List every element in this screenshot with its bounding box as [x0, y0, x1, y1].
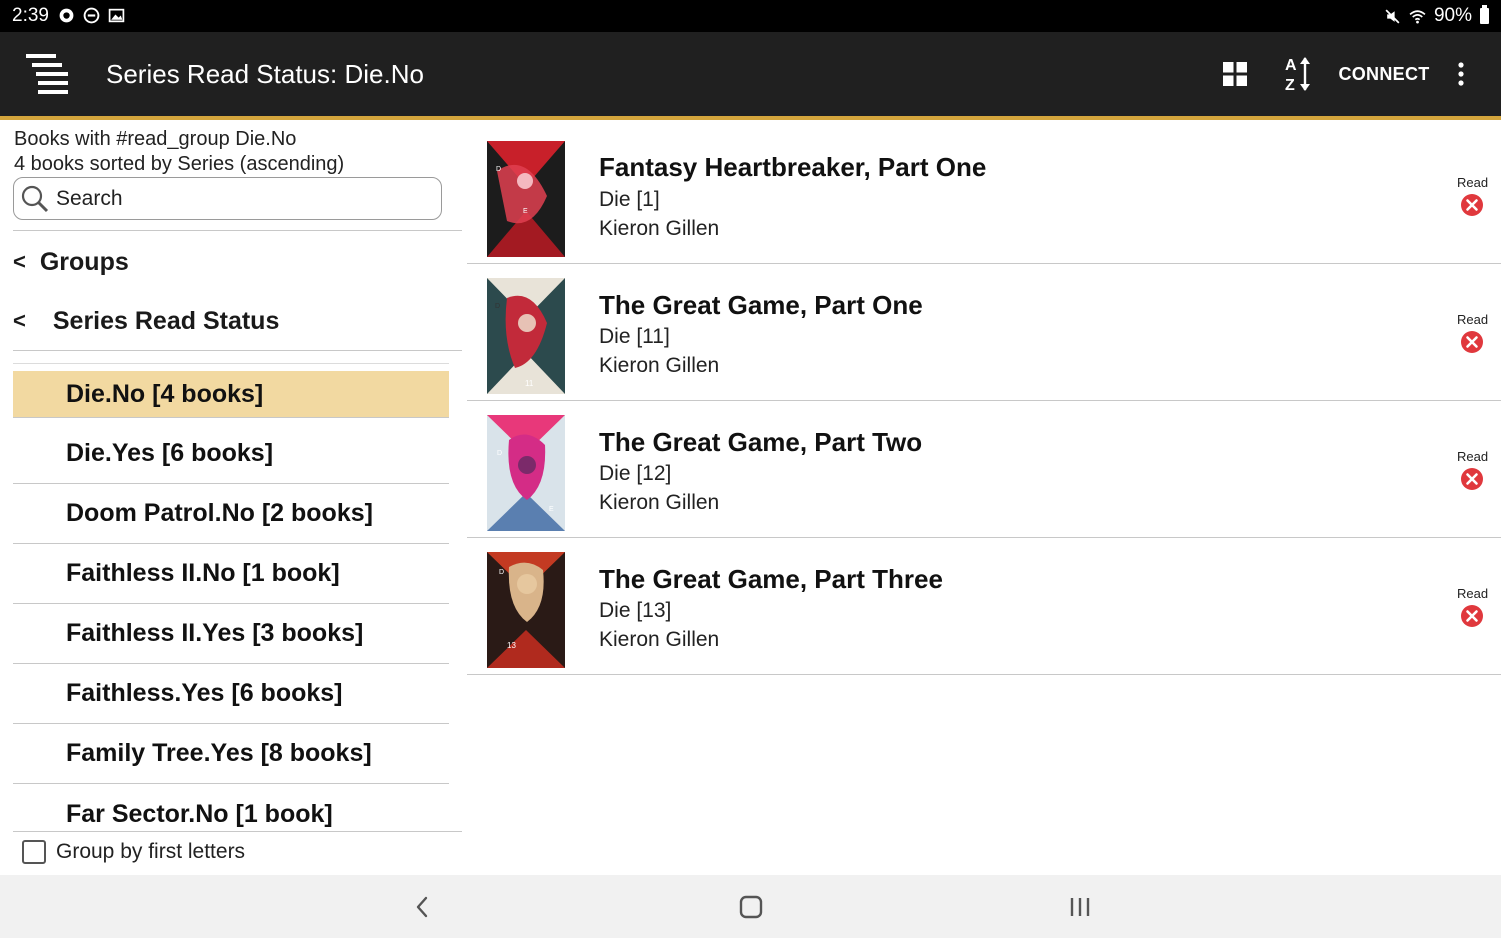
divider — [13, 363, 449, 364]
group-by-first-letters-label: Group by first letters — [56, 840, 246, 863]
divider — [13, 417, 449, 418]
group-item[interactable]: Far Sector.No [1 book] — [13, 784, 449, 832]
book-cover: D 11 — [487, 278, 565, 394]
read-label: Read — [1457, 449, 1489, 464]
mute-icon — [1385, 9, 1400, 23]
book-row[interactable]: D E Fantasy Heartbreaker, Part One Die [… — [467, 120, 1501, 264]
book-row[interactable]: D E The Great Game, Part Two Die [12] Ki… — [467, 401, 1501, 538]
nav-groups[interactable]: < Groups — [13, 237, 453, 287]
svg-text:Z: Z — [1285, 77, 1295, 93]
group-by-first-letters-checkbox[interactable] — [22, 840, 46, 864]
nav-series-read-status[interactable]: < Series Read Status — [13, 296, 453, 346]
recents-icon[interactable] — [1065, 893, 1095, 921]
book-title: The Great Game, Part One — [599, 290, 923, 320]
group-item-selected[interactable]: Die.No [4 books] — [13, 371, 449, 417]
book-list: D E Fantasy Heartbreaker, Part One Die [… — [467, 120, 1501, 875]
book-cover: D E — [487, 415, 565, 531]
divider — [13, 831, 462, 832]
group-item[interactable]: Faithless II.Yes [3 books] — [13, 604, 449, 664]
svg-text:D: D — [496, 166, 501, 173]
read-label: Read — [1457, 312, 1489, 327]
svg-text:A: A — [1285, 57, 1297, 74]
read-label: Read — [1457, 586, 1489, 601]
book-row[interactable]: D 13 The Great Game, Part Three Die [13]… — [467, 538, 1501, 675]
book-author: Kieron Gillen — [599, 354, 720, 377]
group-item[interactable]: Faithless II.No [1 book] — [13, 544, 449, 604]
book-series: Die [12] — [599, 462, 672, 485]
group-item[interactable]: Doom Patrol.No [2 books] — [13, 484, 449, 544]
sort-info: 4 books sorted by Series (ascending) — [14, 153, 345, 175]
search-icon — [21, 185, 49, 213]
book-title: Fantasy Heartbreaker, Part One — [599, 152, 987, 182]
page-title: Series Read Status: Die.No — [106, 59, 424, 89]
grid-icon — [1223, 62, 1247, 86]
system-nav-bar — [0, 875, 1501, 938]
book-series: Die [11] — [599, 325, 670, 348]
book-series: Die [13] — [599, 599, 672, 622]
svg-text:D: D — [497, 450, 502, 457]
sort-az-icon: A Z — [1285, 57, 1310, 93]
book-cover: D 13 — [487, 552, 565, 668]
do-not-disturb-icon — [83, 7, 100, 24]
nav-groups-label: Groups — [39, 247, 129, 276]
battery-icon — [1480, 5, 1489, 24]
status-bar: 2:39 90% — [0, 0, 1501, 32]
more-options-button[interactable] — [1448, 54, 1474, 94]
read-label: Read — [1457, 175, 1489, 190]
home-icon[interactable] — [736, 893, 766, 921]
search-input[interactable] — [56, 184, 426, 214]
svg-text:E: E — [523, 208, 528, 215]
more-vert-icon — [1458, 62, 1464, 86]
svg-text:E: E — [549, 506, 554, 513]
book-series: Die [1] — [599, 188, 660, 211]
book-title: The Great Game, Part Three — [599, 564, 943, 594]
divider — [13, 230, 462, 231]
left-pane: Books with #read_group Die.No 4 books so… — [0, 120, 462, 875]
group-by-first-letters-option[interactable]: Group by first letters — [22, 840, 245, 864]
book-title: The Great Game, Part Two — [599, 427, 923, 457]
connect-button[interactable]: CONNECT — [1334, 54, 1434, 94]
chat-bubble-icon — [59, 8, 74, 23]
group-list: Die.No [4 books] Die.Yes [6 books] Doom … — [13, 371, 449, 832]
svg-text:D: D — [495, 303, 500, 310]
status-time: 2:39 — [12, 5, 49, 26]
chevron-left-icon: < — [13, 249, 26, 274]
group-item[interactable]: Die.Yes [6 books] — [13, 424, 449, 484]
unread-x-icon[interactable] — [1460, 467, 1484, 491]
battery-percent: 90% — [1433, 5, 1472, 26]
book-author: Kieron Gillen — [599, 628, 720, 651]
unread-x-icon[interactable] — [1460, 193, 1484, 217]
svg-text:13: 13 — [507, 641, 516, 650]
grid-view-button[interactable] — [1220, 54, 1250, 94]
search-box[interactable] — [13, 177, 442, 220]
book-author: Kieron Gillen — [599, 491, 720, 514]
unread-x-icon[interactable] — [1460, 604, 1484, 628]
book-cover: D E — [487, 141, 565, 257]
back-icon[interactable] — [408, 893, 438, 921]
app-bar: Series Read Status: Die.No A Z CONNECT — [0, 32, 1501, 116]
unread-x-icon[interactable] — [1460, 330, 1484, 354]
book-row[interactable]: D 11 The Great Game, Part One Die [11] K… — [467, 264, 1501, 401]
divider — [13, 350, 462, 351]
image-icon — [108, 8, 125, 23]
group-item[interactable]: Faithless.Yes [6 books] — [13, 664, 449, 724]
sort-button[interactable]: A Z — [1282, 54, 1316, 94]
filter-info: Books with #read_group Die.No — [14, 128, 297, 150]
group-item[interactable]: Family Tree.Yes [8 books] — [13, 724, 449, 784]
nav-series-read-status-label: Series Read Status — [52, 306, 280, 335]
hamburger-menu-icon[interactable] — [26, 52, 68, 96]
chevron-left-icon: < — [13, 308, 26, 333]
wifi-icon — [1409, 9, 1426, 24]
book-author: Kieron Gillen — [599, 217, 720, 240]
svg-text:11: 11 — [525, 379, 534, 388]
svg-text:D: D — [499, 569, 504, 576]
